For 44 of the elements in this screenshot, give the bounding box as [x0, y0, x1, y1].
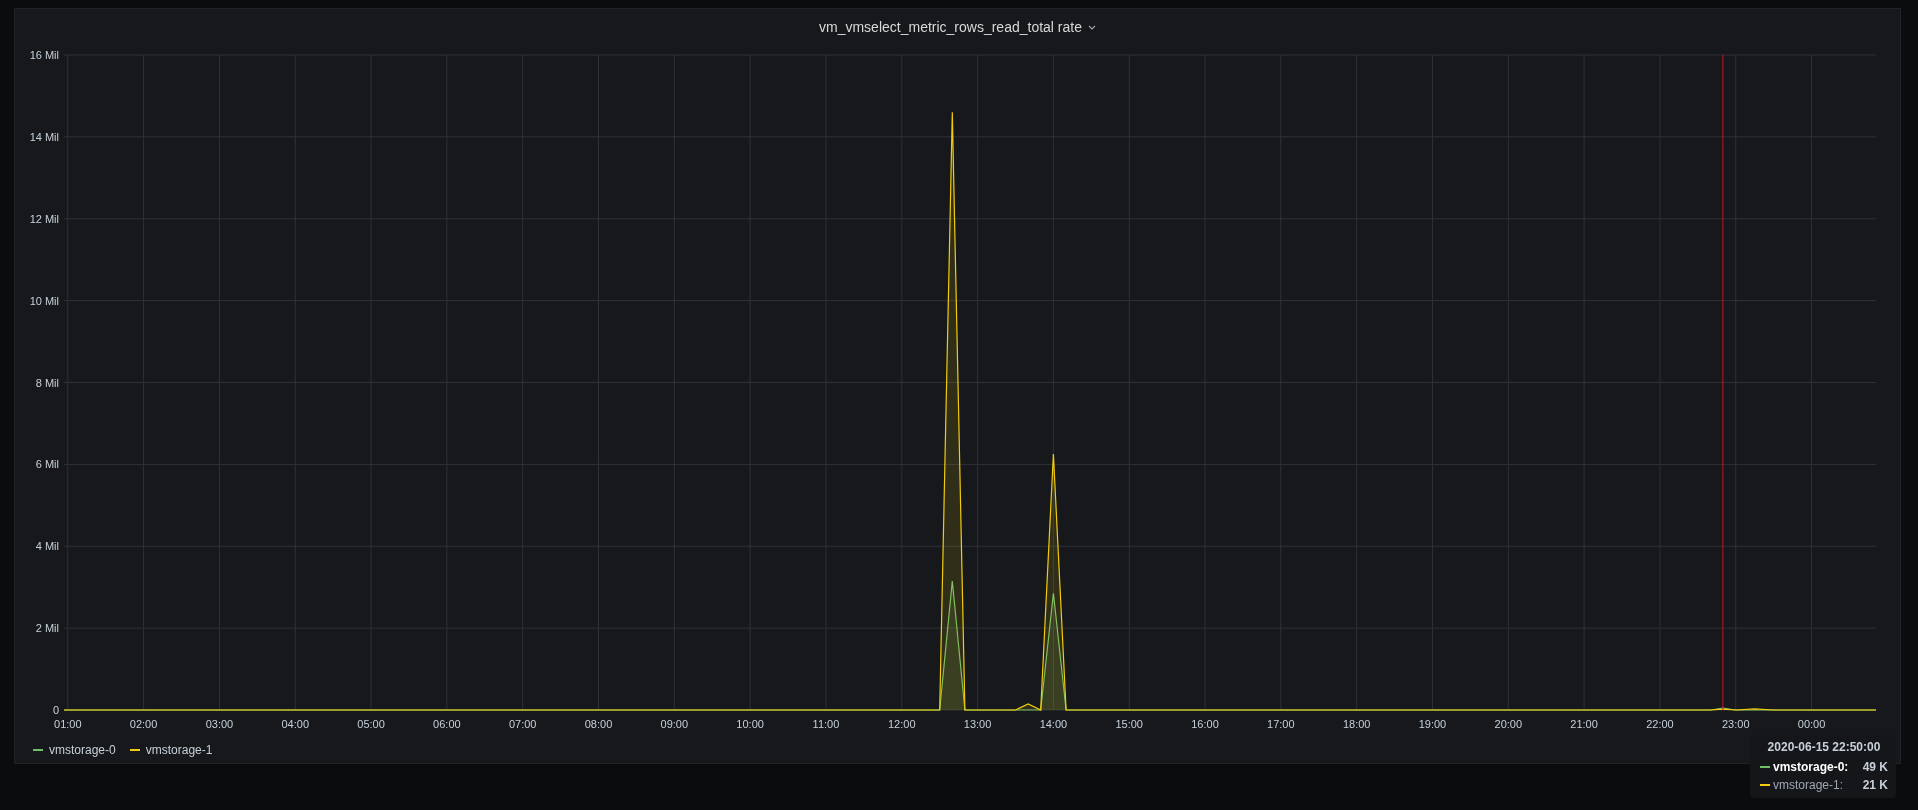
x-axis-label: 11:00: [812, 718, 840, 730]
legend-label: vmstorage-1: [145, 743, 213, 757]
y-axis-label: 10 Mil: [29, 294, 59, 307]
x-axis-label: 13:00: [963, 718, 992, 730]
x-axis-label: 09:00: [660, 718, 689, 730]
chevron-down-icon[interactable]: [1088, 24, 1096, 30]
y-axis-label: 16 Mil: [29, 49, 59, 61]
x-axis-label: 03:00: [205, 718, 234, 730]
y-axis-label: 12 Mil: [29, 212, 59, 225]
x-axis-label: 19:00: [1418, 718, 1447, 730]
y-axis-label: 4 Mil: [35, 540, 59, 553]
x-axis-label: 16:00: [1191, 718, 1219, 730]
x-axis-label: 02:00: [129, 718, 158, 730]
series-value: 21 K: [1862, 778, 1888, 792]
x-axis-label: 07:00: [508, 718, 537, 730]
series-value: 49 K: [1862, 760, 1888, 774]
panel-title[interactable]: vm_vmselect_metric_rows_read_total rate: [819, 19, 1082, 35]
y-axis-label: 14 Mil: [29, 130, 59, 143]
x-axis-label: 00:00: [1797, 718, 1826, 730]
x-axis-label: 22:00: [1646, 718, 1674, 730]
x-axis-label: 01:00: [54, 718, 82, 730]
x-axis-label: 20:00: [1494, 718, 1523, 730]
x-axis-label: 15:00: [1115, 718, 1143, 730]
legend-label: vmstorage-0: [49, 743, 116, 757]
x-axis-label: 18:00: [1342, 718, 1371, 730]
x-axis-label: 23:00: [1721, 718, 1750, 730]
series-name: vmstorage-0:: [1773, 760, 1850, 774]
x-axis-label: 04:00: [281, 718, 309, 730]
x-axis-label: 06:00: [433, 718, 461, 730]
x-axis-label: 08:00: [584, 718, 613, 730]
tooltip-time: 2020-06-15 22:50:00: [1766, 740, 1882, 754]
y-axis-label: 0: [52, 704, 59, 716]
y-axis-label: 2 Mil: [35, 622, 59, 635]
x-axis-label: 21:00: [1570, 718, 1598, 730]
x-axis-label: 12:00: [888, 718, 916, 730]
series-name: vmstorage-1:: [1773, 778, 1845, 792]
y-axis-label: 6 Mil: [35, 458, 59, 471]
x-axis-label: 17:00: [1267, 718, 1295, 730]
x-axis-label: 14:00: [1039, 718, 1068, 730]
legend-item[interactable]: vmstorage-1: [129, 743, 213, 757]
x-axis-label: 10:00: [736, 718, 764, 730]
y-axis-label: 8 Mil: [35, 376, 59, 389]
x-axis-label: 05:00: [357, 718, 385, 730]
legend-item[interactable]: vmstorage-0: [33, 743, 116, 757]
